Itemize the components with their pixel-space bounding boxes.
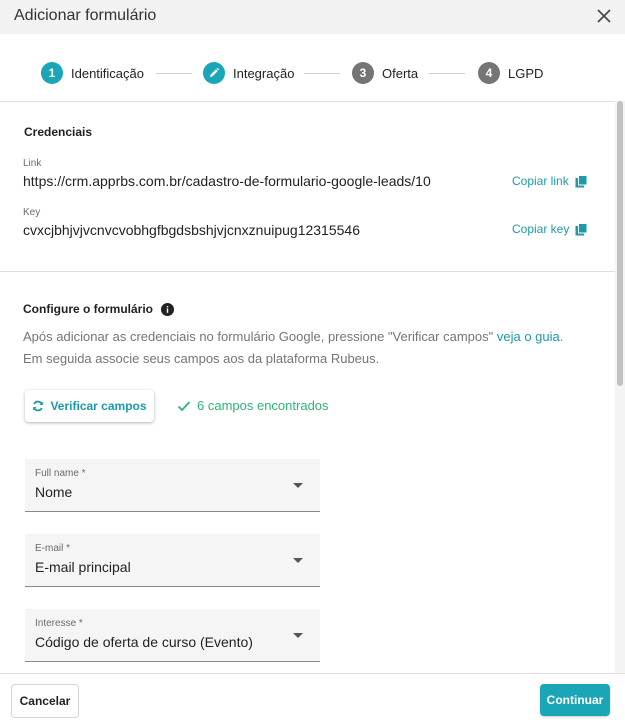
step-number: 1 bbox=[41, 62, 63, 84]
select-label: E-mail * bbox=[35, 543, 71, 554]
close-button[interactable] bbox=[593, 5, 615, 27]
step-edit-marker bbox=[203, 62, 225, 84]
step-oferta[interactable]: 3 Oferta bbox=[352, 61, 418, 85]
stepper: 1 Identificação Integração 3 Oferta 4 LG… bbox=[0, 34, 625, 101]
link-value: https://crm.apprbs.com.br/cadastro-de-fo… bbox=[23, 173, 431, 189]
credentials-title: Credenciais bbox=[24, 125, 93, 139]
copy-link-label: Copiar link bbox=[512, 174, 569, 188]
select-value: E-mail principal bbox=[35, 559, 131, 575]
copy-link-button[interactable]: Copiar link bbox=[512, 174, 588, 188]
dropdown-arrow-icon bbox=[293, 483, 303, 488]
full-name-select[interactable]: Full name * Nome bbox=[25, 459, 320, 512]
close-icon bbox=[597, 9, 611, 23]
info-text-line2: Em seguida associe seus campos aos da pl… bbox=[23, 351, 380, 366]
select-value: Nome bbox=[35, 484, 73, 500]
info-text-period: . bbox=[559, 329, 564, 344]
guide-link[interactable]: veja o guia bbox=[497, 329, 560, 344]
divider bbox=[0, 271, 615, 272]
key-caption: Key bbox=[23, 207, 41, 218]
scrollbar-thumb[interactable] bbox=[617, 101, 623, 386]
fields-found-text: 6 campos encontrados bbox=[197, 398, 329, 413]
step-connector bbox=[429, 73, 465, 74]
copy-key-label: Copiar key bbox=[512, 222, 570, 236]
copy-key-button[interactable]: Copiar key bbox=[512, 222, 588, 236]
verify-fields-label: Verificar campos bbox=[50, 399, 147, 413]
dialog-footer: Cancelar Continuar bbox=[0, 673, 625, 723]
step-connector bbox=[304, 73, 340, 74]
step-label: Integração bbox=[233, 65, 295, 81]
info-icon[interactable] bbox=[161, 302, 174, 316]
pencil-icon bbox=[210, 67, 220, 77]
link-caption: Link bbox=[23, 158, 42, 169]
check-icon bbox=[177, 400, 191, 411]
dialog-title: Adicionar formulário bbox=[14, 7, 157, 24]
select-label: Full name * bbox=[35, 468, 86, 479]
step-identificacao[interactable]: 1 Identificação bbox=[41, 61, 144, 85]
copy-icon bbox=[575, 222, 588, 235]
info-text-line1: Após adicionar as credenciais no formulá… bbox=[23, 329, 497, 344]
select-label: Interesse * bbox=[35, 618, 83, 629]
configure-description: Após adicionar as credenciais no formulá… bbox=[23, 326, 613, 370]
configure-title: Configure o formulário bbox=[23, 302, 153, 316]
step-number: 3 bbox=[352, 62, 374, 84]
step-integracao[interactable]: Integração bbox=[203, 61, 294, 85]
step-label: LGPD bbox=[508, 65, 544, 81]
step-number: 4 bbox=[478, 62, 500, 84]
key-value: cvxcjbhjvjvcnvcvobhgfbgdsbshjvjcnxznuipu… bbox=[23, 222, 360, 238]
step-lgpd[interactable]: 4 LGPD bbox=[478, 61, 543, 85]
step-label: Identificação bbox=[71, 65, 144, 81]
dialog-header: Adicionar formulário bbox=[0, 0, 625, 34]
step-connector bbox=[156, 73, 192, 74]
cancel-button[interactable]: Cancelar bbox=[11, 684, 79, 718]
dialog-content: Credenciais Link https://crm.apprbs.com.… bbox=[0, 102, 615, 673]
configure-title-row: Configure o formulário bbox=[23, 302, 174, 316]
copy-icon bbox=[575, 174, 588, 187]
verify-fields-button[interactable]: Verificar campos bbox=[25, 390, 154, 422]
select-value: Código de oferta de curso (Evento) bbox=[35, 634, 253, 650]
email-select[interactable]: E-mail * E-mail principal bbox=[25, 534, 320, 587]
step-label: Oferta bbox=[382, 65, 419, 81]
refresh-icon bbox=[33, 400, 44, 412]
dropdown-arrow-icon bbox=[293, 558, 303, 563]
interest-select[interactable]: Interesse * Código de oferta de curso (E… bbox=[25, 609, 320, 662]
continue-button[interactable]: Continuar bbox=[540, 684, 610, 716]
fields-found-status: 6 campos encontrados bbox=[177, 398, 329, 413]
dropdown-arrow-icon bbox=[293, 633, 303, 638]
